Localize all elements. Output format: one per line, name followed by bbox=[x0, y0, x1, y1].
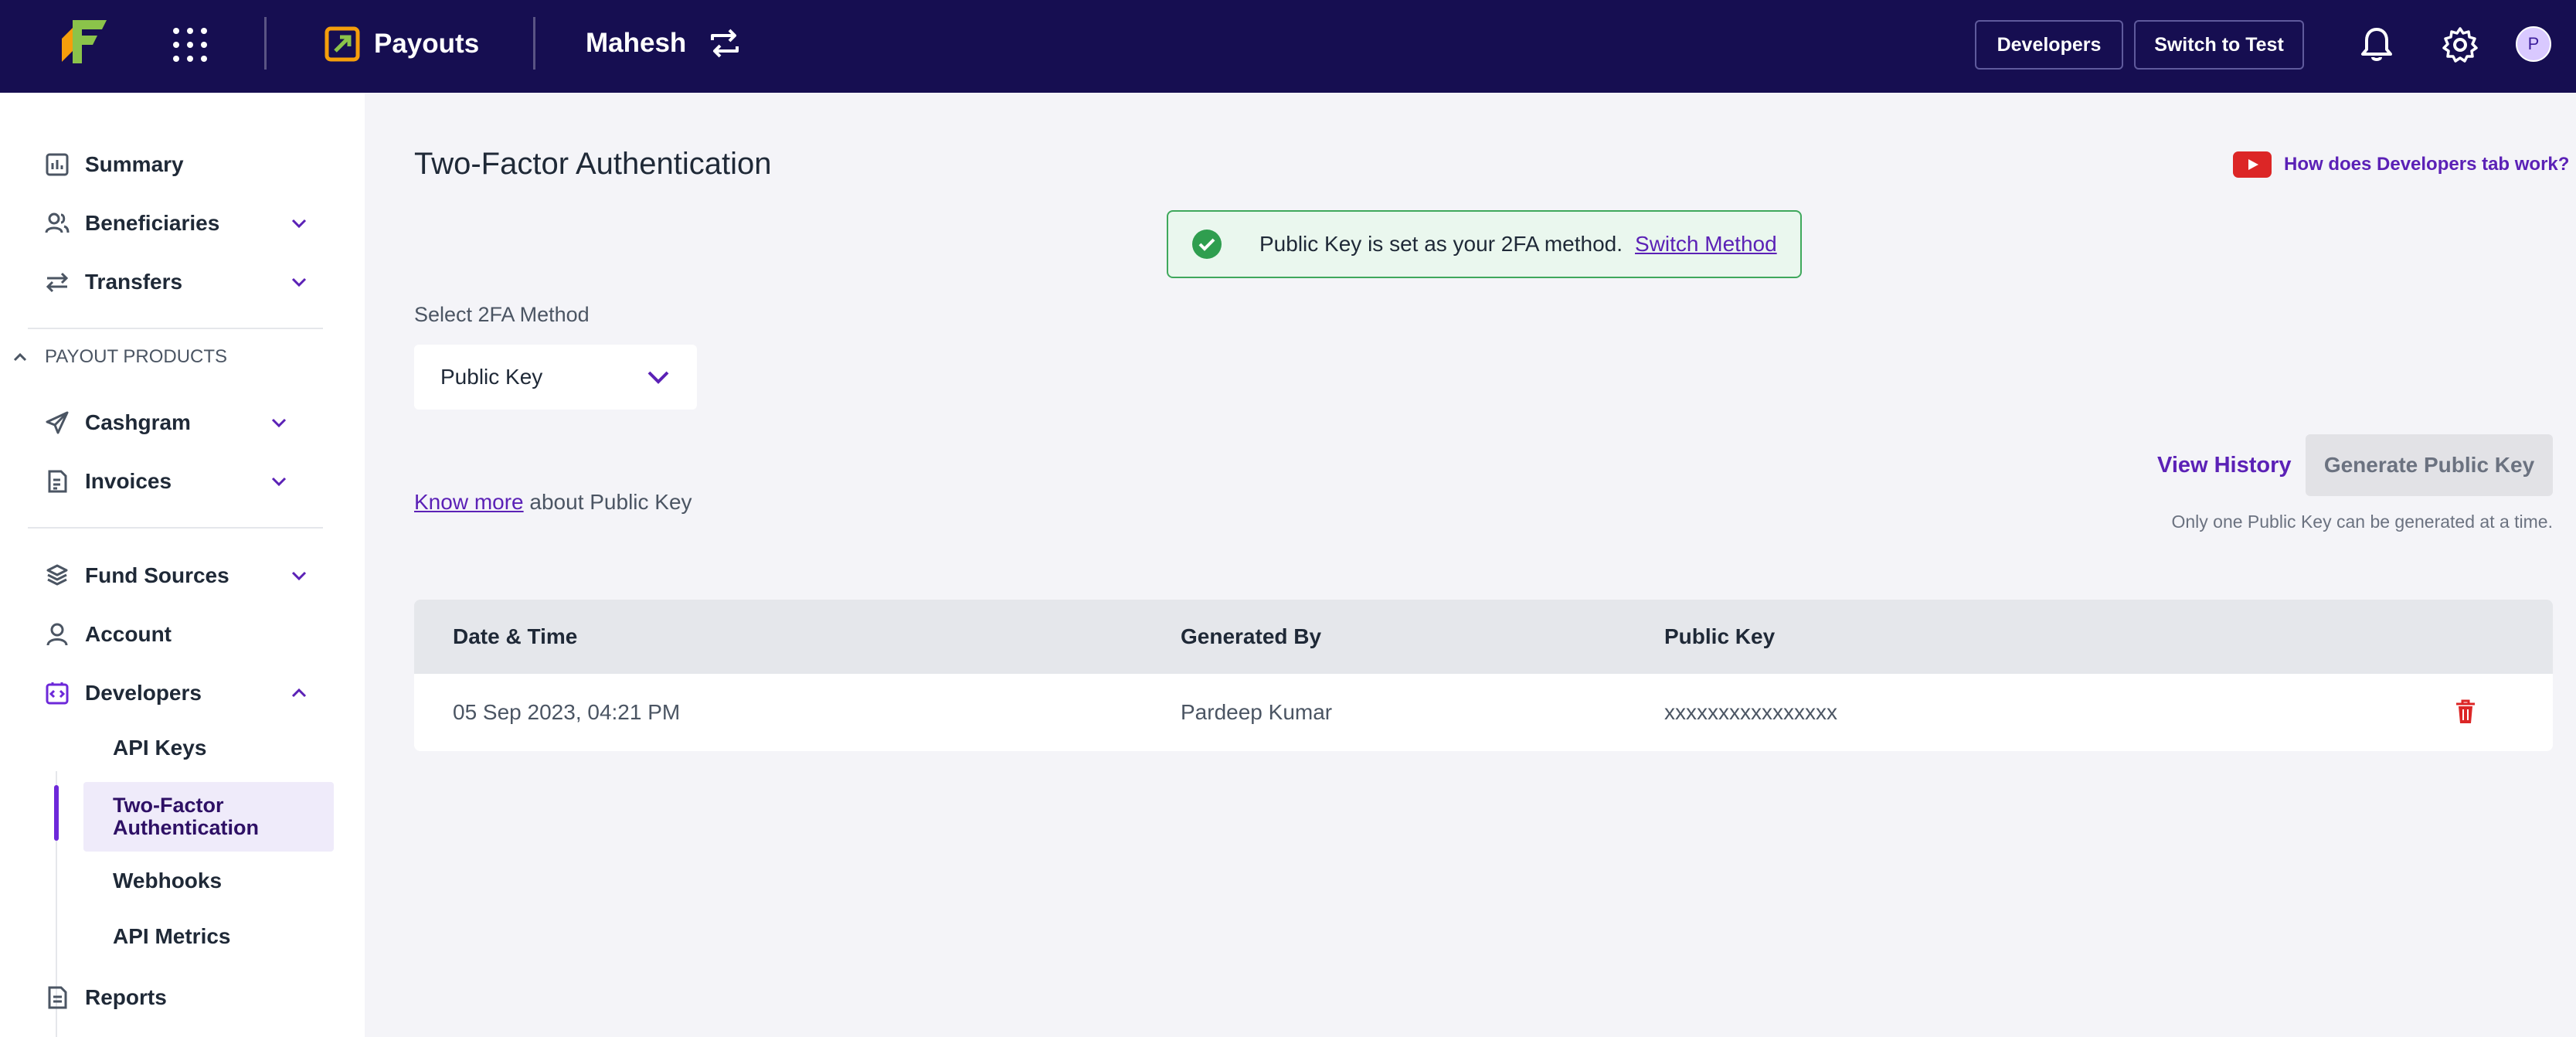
cell-public-key: xxxxxxxxxxxxxxxx bbox=[1664, 700, 1837, 724]
know-more-link[interactable]: Know more bbox=[414, 490, 524, 514]
page-title: Two-Factor Authentication bbox=[414, 147, 772, 181]
merchant-name: Mahesh bbox=[586, 28, 687, 58]
active-indicator bbox=[54, 785, 59, 841]
select-2fa-label: Select 2FA Method bbox=[414, 303, 590, 326]
switch-method-link[interactable]: Switch Method bbox=[1635, 232, 1777, 257]
cell-date: 05 Sep 2023, 04:21 PM bbox=[453, 700, 681, 724]
user-icon bbox=[46, 623, 68, 646]
generate-public-key-button[interactable]: Generate Public Key bbox=[2306, 434, 2553, 496]
sidebar-sublabel: Two-Factor Authentication bbox=[113, 794, 259, 839]
product-name: Payouts bbox=[374, 29, 480, 59]
developers-button[interactable]: Developers bbox=[1975, 20, 2123, 70]
column-header-generated-by: Generated By bbox=[1181, 624, 1322, 648]
sidebar-label: Transfers bbox=[85, 270, 183, 294]
cashfree-logo[interactable] bbox=[62, 20, 108, 63]
divider bbox=[264, 17, 267, 70]
chevron-up-icon bbox=[291, 688, 307, 698]
divider bbox=[533, 17, 535, 70]
sidebar-subitem-api-metrics[interactable]: API Metrics bbox=[113, 924, 231, 949]
transfer-icon bbox=[46, 272, 69, 293]
divider bbox=[28, 527, 323, 529]
chevron-down-icon bbox=[291, 277, 307, 287]
know-more-text: Know more about Public Key bbox=[414, 490, 692, 515]
public-key-table: Date & Time Generated By Public Key 05 S… bbox=[414, 600, 2553, 751]
select-2fa-method[interactable]: Public Key bbox=[414, 345, 697, 410]
section-label: PAYOUT PRODUCTS bbox=[45, 346, 228, 367]
chevron-down-icon bbox=[291, 571, 307, 581]
code-icon bbox=[46, 682, 69, 705]
sidebar-label: Invoices bbox=[85, 469, 172, 493]
sidebar-label: Summary bbox=[85, 152, 184, 176]
divider bbox=[28, 328, 323, 329]
column-header-public-key: Public Key bbox=[1664, 624, 1776, 648]
sidebar-label: Beneficiaries bbox=[85, 211, 220, 235]
sidebar-label: Developers bbox=[85, 681, 202, 705]
sidebar-label: Account bbox=[85, 622, 172, 646]
product-switcher[interactable]: Payouts bbox=[325, 26, 479, 62]
table-header: Date & Time Generated By Public Key bbox=[414, 600, 2553, 674]
switch-to-test-button[interactable]: Switch to Test bbox=[2134, 20, 2304, 70]
sidebar-subitem-api-keys[interactable]: API Keys bbox=[113, 736, 206, 760]
know-more-suffix: about Public Key bbox=[523, 490, 692, 514]
section-payout-products[interactable]: PAYOUT PRODUCTS bbox=[11, 346, 227, 368]
chart-icon bbox=[46, 153, 69, 176]
gear-icon[interactable] bbox=[2442, 26, 2479, 63]
select-value: Public Key bbox=[440, 365, 543, 389]
sidebar-item-invoices[interactable]: Invoices bbox=[45, 462, 323, 501]
users-icon bbox=[45, 212, 70, 233]
merchant-switcher[interactable]: Mahesh bbox=[586, 26, 742, 60]
sidebar-item-reports[interactable]: Reports bbox=[45, 978, 323, 1017]
fund-sources-icon bbox=[46, 564, 68, 586]
sidebar-label: Cashgram bbox=[85, 410, 191, 434]
youtube-icon bbox=[2233, 151, 2272, 178]
swap-icon bbox=[711, 29, 739, 58]
sidebar-item-summary[interactable]: Summary bbox=[45, 145, 323, 184]
generate-note: Only one Public Key can be generated at … bbox=[2171, 512, 2553, 532]
view-history-link[interactable]: View History bbox=[2157, 453, 2292, 478]
invoice-icon bbox=[48, 470, 67, 493]
column-header-date: Date & Time bbox=[453, 624, 578, 648]
sidebar-subitem-webhooks[interactable]: Webhooks bbox=[113, 869, 222, 893]
send-icon bbox=[46, 411, 69, 434]
sidebar-item-cashgram[interactable]: Cashgram bbox=[45, 403, 323, 442]
sidebar-item-developers[interactable]: Developers bbox=[45, 674, 323, 712]
chevron-down-icon bbox=[291, 219, 307, 229]
chevron-down-icon bbox=[271, 477, 287, 487]
sidebar-label: Fund Sources bbox=[85, 563, 229, 587]
chevron-up-icon bbox=[13, 352, 27, 362]
report-icon bbox=[48, 986, 67, 1009]
banner-text: Public Key is set as your 2FA method. bbox=[1259, 232, 1623, 256]
check-circle-icon bbox=[1192, 230, 1222, 259]
cell-generated-by: Pardeep Kumar bbox=[1181, 700, 1333, 724]
chevron-down-icon bbox=[271, 418, 287, 428]
sidebar-item-beneficiaries[interactable]: Beneficiaries bbox=[45, 204, 323, 243]
sidebar-subitem-two-factor[interactable]: Two-Factor Authentication bbox=[83, 782, 334, 852]
bell-icon[interactable] bbox=[2360, 26, 2394, 63]
sidebar-label: Reports bbox=[85, 985, 167, 1009]
avatar[interactable]: P bbox=[2516, 26, 2551, 62]
sidebar: Summary Beneficiaries Transfers PAYOUT P… bbox=[0, 93, 365, 1037]
apps-grid-icon[interactable] bbox=[173, 28, 207, 62]
help-video-link[interactable]: How does Developers tab work? bbox=[2233, 151, 2569, 178]
chevron-down-icon bbox=[647, 371, 669, 384]
sidebar-item-account[interactable]: Account bbox=[45, 615, 323, 654]
sidebar-item-fund-sources[interactable]: Fund Sources bbox=[45, 556, 323, 595]
success-banner: Public Key is set as your 2FA method. Sw… bbox=[1167, 210, 1802, 278]
help-link-text: How does Developers tab work? bbox=[2284, 154, 2570, 175]
table-row: 05 Sep 2023, 04:21 PM Pardeep Kumar xxxx… bbox=[414, 674, 2553, 751]
sidebar-item-transfers[interactable]: Transfers bbox=[45, 263, 323, 301]
trash-icon[interactable] bbox=[2454, 699, 2477, 725]
payouts-icon bbox=[325, 26, 360, 62]
top-navbar: Payouts Mahesh Developers Switch to Test… bbox=[0, 0, 2576, 93]
